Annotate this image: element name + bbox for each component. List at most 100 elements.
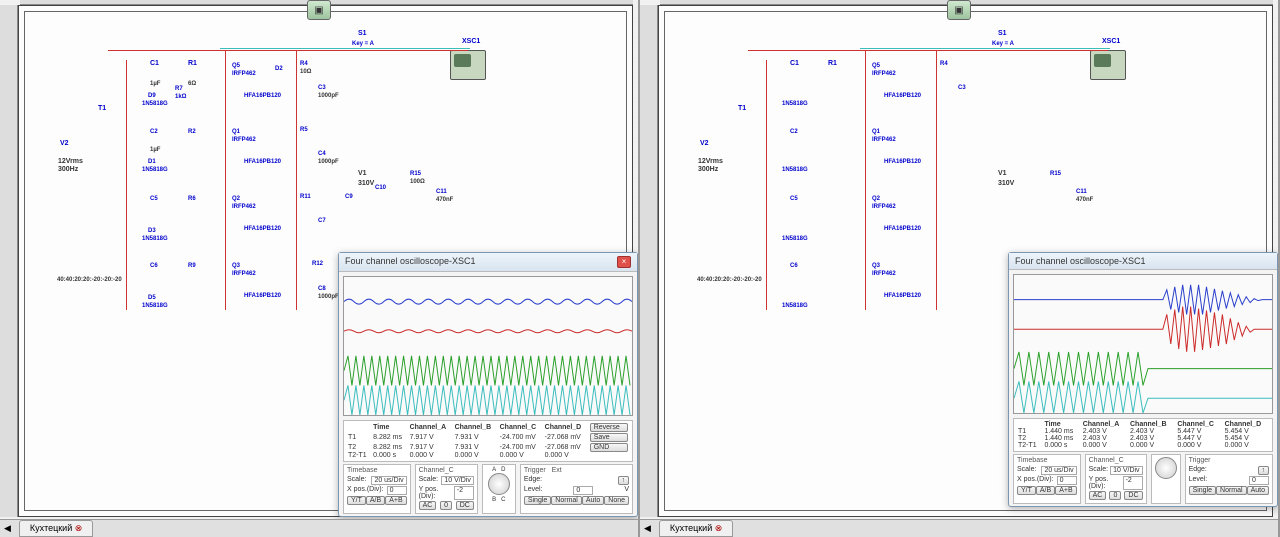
yt-button[interactable]: Y/T bbox=[347, 496, 366, 505]
zero-button[interactable]: 0 bbox=[1109, 491, 1121, 500]
channel-dial[interactable] bbox=[1155, 457, 1177, 479]
transformer-t1: T1 bbox=[738, 105, 746, 113]
c2: C2 bbox=[790, 128, 798, 136]
r1: R1 bbox=[188, 60, 197, 68]
auto-button[interactable]: Auto bbox=[582, 496, 604, 505]
close-icon[interactable]: × bbox=[617, 256, 631, 268]
timebase-scale-input[interactable]: 20 us/Div bbox=[371, 476, 406, 485]
v1-ref: V1 bbox=[358, 170, 367, 178]
ac-button[interactable]: AC bbox=[419, 501, 437, 510]
channel-group: Channel_C Scale:10 V/Div Y pos.(Div):-2 … bbox=[415, 464, 478, 514]
yt-button[interactable]: Y/T bbox=[1017, 486, 1036, 495]
ab-button[interactable]: A/B bbox=[366, 496, 385, 505]
wire bbox=[126, 60, 127, 310]
auto-button[interactable]: Auto bbox=[1247, 486, 1269, 495]
source-v2: V2 bbox=[60, 140, 69, 148]
d2: D2 bbox=[275, 65, 283, 73]
dc-button[interactable]: DC bbox=[456, 501, 474, 510]
transformer-t1: T1 bbox=[98, 105, 106, 113]
ch-ypos-input[interactable]: -2 bbox=[454, 486, 474, 500]
r4: R4 bbox=[940, 60, 948, 68]
timebase-xpos-input[interactable]: 0 bbox=[387, 486, 407, 495]
osc-titlebar[interactable]: Four channel oscilloscope-XSC1 bbox=[1009, 253, 1277, 270]
zero-button[interactable]: 0 bbox=[440, 501, 452, 510]
q2-val: IRFP462 bbox=[232, 203, 256, 211]
c8: C8 bbox=[318, 285, 326, 293]
source-v2: V2 bbox=[700, 140, 709, 148]
dc-button[interactable]: DC bbox=[1124, 491, 1142, 500]
dial-group: A D B C bbox=[482, 464, 516, 514]
c5: C5 bbox=[150, 195, 158, 203]
ch-ypos-input[interactable]: -2 bbox=[1123, 476, 1143, 490]
oscilloscope-window[interactable]: Four channel oscilloscope-XSC1 × TimeCha… bbox=[338, 252, 638, 517]
tab-prev-icon[interactable]: ◀ bbox=[0, 523, 15, 534]
tab-sheet[interactable]: Кухтецкий ⊗ bbox=[659, 520, 733, 537]
tab-sheet[interactable]: Кухтецкий ⊗ bbox=[19, 520, 93, 537]
c9: C9 bbox=[345, 193, 353, 201]
single-button[interactable]: Single bbox=[1189, 486, 1216, 495]
c3: C3 bbox=[958, 84, 966, 92]
v1-val: 310V bbox=[998, 180, 1014, 188]
c2: C2 bbox=[150, 128, 158, 136]
scope-symbol[interactable] bbox=[1090, 50, 1126, 80]
timebase-xpos-input[interactable]: 0 bbox=[1057, 476, 1077, 485]
gnd-button[interactable]: GND bbox=[590, 443, 628, 452]
level-input[interactable]: 0 bbox=[1249, 476, 1269, 485]
wire bbox=[225, 50, 226, 310]
c7: C7 bbox=[318, 217, 326, 225]
apb-button[interactable]: A+B bbox=[385, 496, 406, 505]
r4-val: 10Ω bbox=[300, 68, 311, 76]
d4-val: HFA16PB120 bbox=[884, 158, 921, 166]
q2: Q2 bbox=[232, 195, 240, 203]
tab-close-icon[interactable]: ⊗ bbox=[715, 523, 723, 533]
edge-button[interactable]: ↑ bbox=[618, 476, 630, 485]
normal-button[interactable]: Normal bbox=[1216, 486, 1247, 495]
page-nav-icon[interactable]: ▣ bbox=[947, 0, 971, 20]
tab-prev-icon[interactable]: ◀ bbox=[640, 523, 655, 534]
none-button[interactable]: None bbox=[604, 496, 629, 505]
r15: R15 bbox=[410, 170, 421, 178]
c3-val: 1000pF bbox=[318, 92, 339, 100]
c11-val: 470nF bbox=[1076, 196, 1093, 204]
trigger-group: Trigger Ext Edge:↑ Level:0 V SingleNorma… bbox=[520, 464, 633, 514]
d3-val: 1N5818G bbox=[782, 235, 808, 243]
trace-svg bbox=[344, 277, 632, 415]
apb-button[interactable]: A+B bbox=[1055, 486, 1076, 495]
d9: D9 bbox=[148, 92, 156, 100]
tab-close-icon[interactable]: ⊗ bbox=[75, 523, 83, 533]
single-button[interactable]: Single bbox=[524, 496, 551, 505]
osc-trace-area[interactable] bbox=[343, 276, 633, 416]
d7-val: HFA16PB120 bbox=[244, 225, 281, 233]
timebase-scale-input[interactable]: 20 us/Div bbox=[1041, 466, 1076, 475]
d8-val: HFA16PB120 bbox=[244, 292, 281, 300]
save-button[interactable]: Save bbox=[590, 433, 628, 442]
scope-symbol[interactable] bbox=[450, 50, 486, 80]
q1: Q1 bbox=[872, 128, 880, 136]
switch-s1: S1 bbox=[998, 30, 1007, 38]
osc-trace-area[interactable] bbox=[1013, 274, 1273, 414]
ab-button[interactable]: A/B bbox=[1036, 486, 1055, 495]
v1-val: 310V bbox=[358, 180, 374, 188]
wire bbox=[936, 50, 937, 310]
d5-val: 1N5818G bbox=[142, 302, 168, 310]
normal-button[interactable]: Normal bbox=[551, 496, 582, 505]
wire bbox=[108, 50, 468, 51]
osc-titlebar[interactable]: Four channel oscilloscope-XSC1 × bbox=[339, 253, 637, 272]
ac-button[interactable]: AC bbox=[1089, 491, 1107, 500]
q1-val: IRFP462 bbox=[232, 136, 256, 144]
oscilloscope-window[interactable]: Four channel oscilloscope-XSC1 TimeChann… bbox=[1008, 252, 1278, 507]
edge-button[interactable]: ↑ bbox=[1258, 466, 1270, 475]
r15-val: 100Ω bbox=[410, 178, 425, 186]
d8-val: HFA16PB120 bbox=[884, 292, 921, 300]
wire bbox=[296, 50, 297, 310]
c1-val: 1µF bbox=[150, 80, 160, 88]
ch-scale-input[interactable]: 10 V/Div bbox=[441, 476, 473, 485]
ch-scale-input[interactable]: 10 V/Div bbox=[1110, 466, 1142, 475]
transformer-ratio: 40:40:20:20:-20:-20:-20 bbox=[697, 276, 762, 284]
channel-dial[interactable] bbox=[488, 473, 510, 495]
reverse-button[interactable]: Reverse bbox=[590, 423, 628, 432]
d2-val: HFA16PB120 bbox=[244, 92, 281, 100]
c6: C6 bbox=[790, 262, 798, 270]
page-nav-icon[interactable]: ▣ bbox=[307, 0, 331, 20]
level-input[interactable]: 0 bbox=[573, 486, 593, 495]
